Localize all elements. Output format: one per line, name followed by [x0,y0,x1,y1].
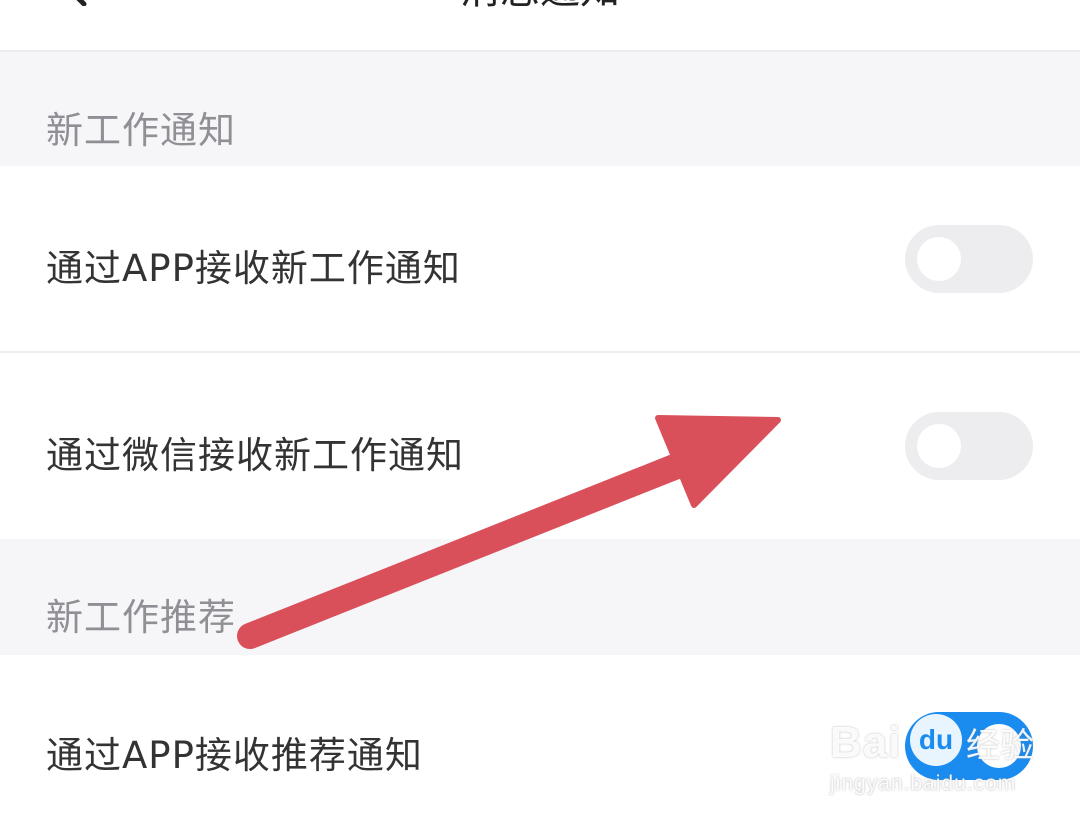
section-title: 新工作通知 [46,109,236,152]
app-notify-toggle[interactable] [905,225,1033,293]
section-header-job-recommend: 新工作推荐 [0,539,1080,655]
settings-row-app-notify: 通过APP接收新工作通知 [0,166,1080,352]
toggle-knob [917,237,961,281]
settings-row-wechat-notify: 通过微信接收新工作通知 [0,353,1080,539]
baidu-jingyan-watermark: Bai du 经验 jingyan.baidu.com [828,700,1048,800]
row-label: 通过APP接收新工作通知 [46,247,461,290]
row-label: 通过微信接收新工作通知 [46,434,464,477]
toggle-knob [917,424,961,468]
paw-icon: du [910,714,962,766]
wechat-notify-toggle[interactable] [905,412,1033,480]
page-title: 消息通知 [0,0,1080,10]
watermark-url: jingyan.baidu.com [830,772,1017,795]
watermark-brand: Bai [830,718,902,767]
section-title: 新工作推荐 [46,596,236,639]
row-label: 通过APP接收推荐通知 [46,734,423,777]
watermark-product: 经验 [966,726,1034,766]
section-header-new-job-notify: 新工作通知 [0,52,1080,166]
navigation-bar: 消息通知 [0,0,1080,52]
